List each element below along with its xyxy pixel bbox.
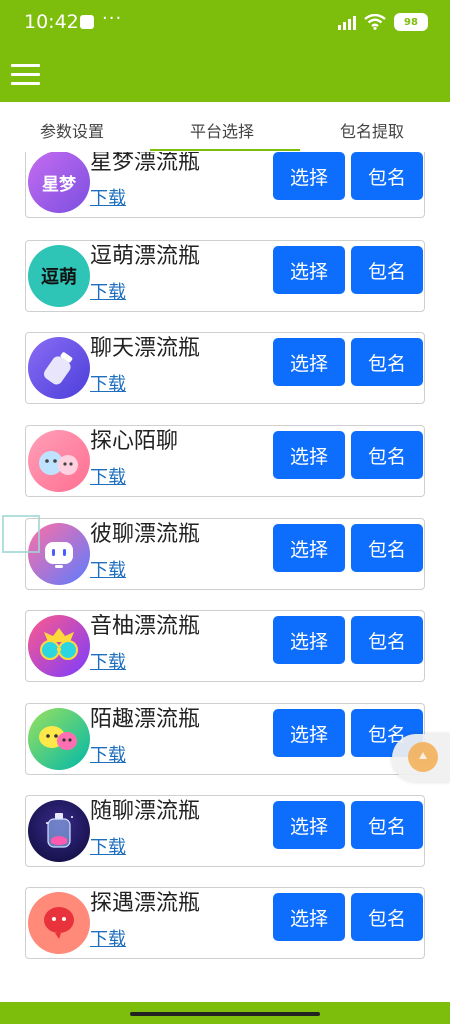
app-bar xyxy=(0,46,450,102)
floating-assist-button[interactable] xyxy=(392,734,450,782)
active-tab-indicator xyxy=(150,149,300,151)
xingmeng-logo-icon: 星梦 xyxy=(28,152,90,213)
platform-name: 彼聊漂流瓶 xyxy=(90,522,201,547)
platform-card: 星梦 星梦漂流瓶 下载 选择 包名 xyxy=(25,152,425,218)
yinyou-logo-icon xyxy=(28,615,90,677)
package-button[interactable]: 包名 xyxy=(351,152,423,200)
moqu-logo-icon xyxy=(28,708,90,770)
platform-name: 随聊漂流瓶 xyxy=(90,799,201,824)
platform-name: 探遇漂流瓶 xyxy=(90,891,201,916)
platform-list: 星梦 星梦漂流瓶 下载 选择 包名 逗萌 逗萌漂流瓶 下载 选择 包名 聊天漂流… xyxy=(0,152,450,1002)
doumeng-logo-icon: 逗萌 xyxy=(28,245,90,307)
tanxin-logo-icon xyxy=(28,430,90,492)
status-icons: 98 xyxy=(338,13,428,31)
select-button[interactable]: 选择 xyxy=(273,338,345,386)
package-button[interactable]: 包名 xyxy=(351,801,423,849)
platform-card: 逗萌 逗萌漂流瓶 下载 选择 包名 xyxy=(25,240,425,312)
platform-name: 探心陌聊 xyxy=(90,429,179,454)
tab-parameter-settings[interactable]: 参数设置 xyxy=(40,118,104,142)
platform-card: 聊天漂流瓶 下载 选择 包名 xyxy=(25,332,425,404)
package-button[interactable]: 包名 xyxy=(351,524,423,572)
select-button[interactable]: 选择 xyxy=(273,709,345,757)
select-button[interactable]: 选择 xyxy=(273,801,345,849)
platform-card: 探遇漂流瓶 下载 选择 包名 xyxy=(25,887,425,959)
package-button[interactable]: 包名 xyxy=(351,893,423,941)
status-more: ··· xyxy=(102,8,123,29)
download-link[interactable]: 下载 xyxy=(90,833,126,859)
home-indicator[interactable] xyxy=(130,1012,320,1016)
focus-outline xyxy=(2,515,40,553)
download-link[interactable]: 下载 xyxy=(90,463,126,489)
wifi-icon xyxy=(364,14,386,30)
download-link[interactable]: 下载 xyxy=(90,741,126,767)
download-link[interactable]: 下载 xyxy=(90,370,126,396)
notification-icon xyxy=(80,15,94,29)
package-button[interactable]: 包名 xyxy=(351,616,423,664)
platform-card: 音柚漂流瓶 下载 选择 包名 xyxy=(25,610,425,682)
platform-card: 陌趣漂流瓶 下载 选择 包名 xyxy=(25,703,425,775)
platform-name: 陌趣漂流瓶 xyxy=(90,707,201,732)
platform-card: 彼聊漂流瓶 下载 选择 包名 xyxy=(25,518,425,590)
suiliao-bottle-icon xyxy=(28,800,90,862)
menu-icon[interactable] xyxy=(11,64,40,86)
status-bar: 10:42 ··· 98 xyxy=(0,0,450,46)
tanyu-logo-icon xyxy=(28,892,90,954)
battery-icon: 98 xyxy=(394,13,428,31)
download-link[interactable]: 下载 xyxy=(90,925,126,951)
package-button[interactable]: 包名 xyxy=(351,338,423,386)
tab-platform-select[interactable]: 平台选择 xyxy=(190,118,254,142)
platform-card: 随聊漂流瓶 下载 选择 包名 xyxy=(25,795,425,867)
download-link[interactable]: 下载 xyxy=(90,648,126,674)
status-time: 10:42 xyxy=(24,11,79,33)
signal-icon xyxy=(338,14,356,30)
select-button[interactable]: 选择 xyxy=(273,246,345,294)
bottle-logo-icon xyxy=(28,337,90,399)
select-button[interactable]: 选择 xyxy=(273,616,345,664)
tab-package-extract[interactable]: 包名提取 xyxy=(340,118,404,142)
select-button[interactable]: 选择 xyxy=(273,431,345,479)
download-link[interactable]: 下载 xyxy=(90,556,126,582)
select-button[interactable]: 选择 xyxy=(273,893,345,941)
platform-name: 音柚漂流瓶 xyxy=(90,614,201,639)
assist-icon xyxy=(408,742,438,772)
platform-card: 探心陌聊 下载 选择 包名 xyxy=(25,425,425,497)
select-button[interactable]: 选择 xyxy=(273,152,345,200)
platform-name: 逗萌漂流瓶 xyxy=(90,244,201,269)
package-button[interactable]: 包名 xyxy=(351,246,423,294)
platform-name: 星梦漂流瓶 xyxy=(90,152,201,175)
package-button[interactable]: 包名 xyxy=(351,431,423,479)
tab-bar: 参数设置 平台选择 包名提取 xyxy=(0,102,450,152)
download-link[interactable]: 下载 xyxy=(90,278,126,304)
platform-name: 聊天漂流瓶 xyxy=(90,336,201,361)
select-button[interactable]: 选择 xyxy=(273,524,345,572)
download-link[interactable]: 下载 xyxy=(90,184,126,210)
